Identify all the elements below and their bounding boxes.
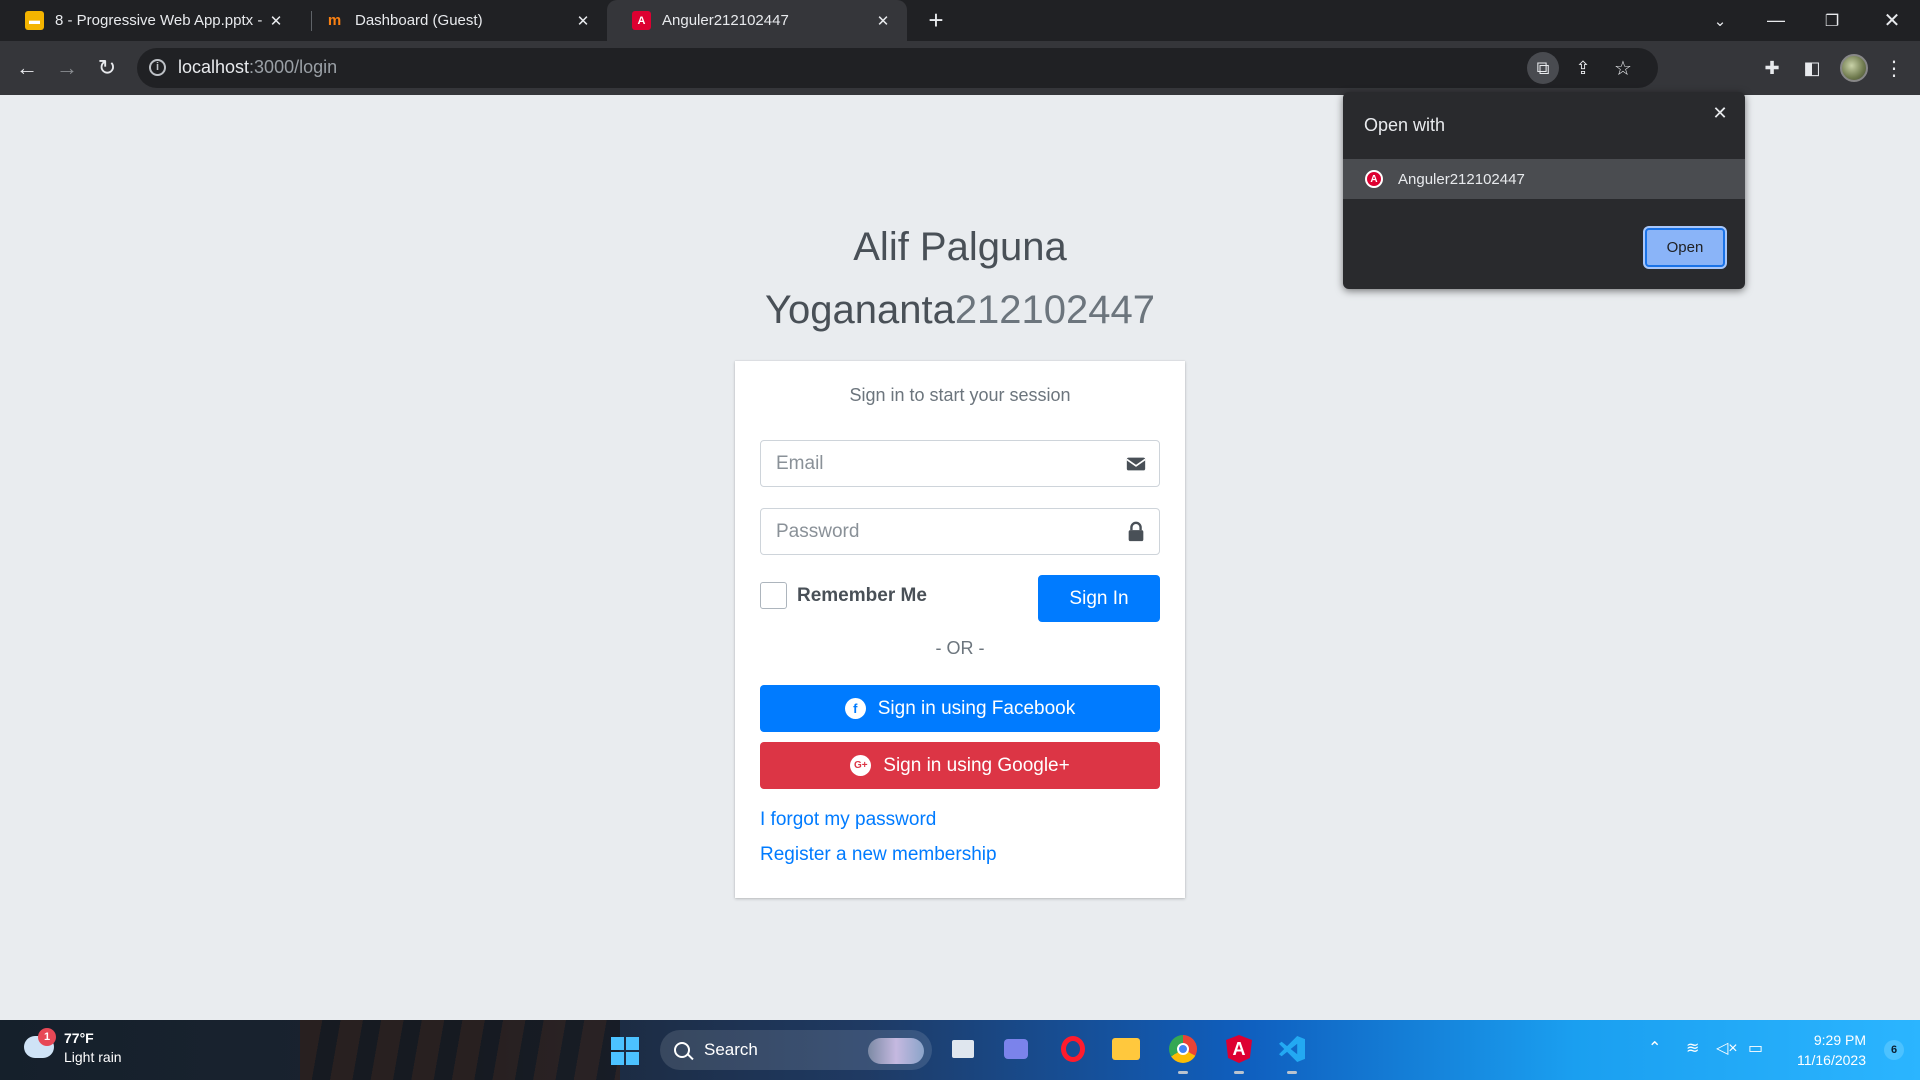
remember-checkbox[interactable] xyxy=(760,582,787,609)
search-icon xyxy=(674,1042,690,1058)
volume-muted-icon[interactable]: ◁× xyxy=(1716,1038,1738,1058)
taskbar-clock[interactable]: 9:29 PM 11/16/2023 xyxy=(1797,1030,1866,1070)
login-card: Sign in to start your session Remember M… xyxy=(735,361,1185,898)
search-highlight-icon xyxy=(868,1038,924,1064)
remember-label: Remember Me xyxy=(797,584,927,606)
vscode-icon[interactable] xyxy=(1275,1032,1309,1074)
google-plus-icon: G+ xyxy=(850,755,872,776)
forgot-password-link[interactable]: I forgot my password xyxy=(760,809,936,831)
popup-title: Open with xyxy=(1364,115,1446,135)
google-signin-label: Sign in using Google+ xyxy=(883,754,1070,776)
taskbar-search[interactable]: Search xyxy=(660,1030,932,1070)
notification-badge[interactable]: 6 xyxy=(1884,1040,1904,1060)
minimize-button[interactable]: — xyxy=(1748,0,1804,41)
battery-icon[interactable]: ▭ xyxy=(1748,1038,1763,1058)
angular-icon: A xyxy=(1365,170,1383,188)
facebook-signin-label: Sign in using Facebook xyxy=(877,697,1076,719)
sign-in-button[interactable]: Sign In xyxy=(1038,575,1160,622)
register-link[interactable]: Register a new membership xyxy=(760,844,997,866)
facebook-icon: f xyxy=(844,698,866,719)
weather-temp: 77°F xyxy=(64,1030,94,1046)
weather-condition: Light rain xyxy=(64,1049,122,1065)
site-info-icon[interactable]: i xyxy=(149,59,166,76)
browser-toolbar: ← → ↻ i localhost:3000/login ⧉ ⇪ ☆ ✚ ◧ ⋮ xyxy=(0,41,1920,95)
bookmark-star-icon[interactable]: ☆ xyxy=(1607,52,1639,84)
open-in-app-icon[interactable]: ⧉ xyxy=(1527,52,1559,84)
popup-app-name: Anguler212102447 xyxy=(1398,170,1525,188)
opera-icon[interactable] xyxy=(1056,1032,1090,1066)
tab-slides[interactable]: ▬ 8 - Progressive Web App.pptx - Google … xyxy=(0,0,300,41)
menu-icon[interactable]: ⋮ xyxy=(1878,52,1910,84)
angular-icon: A xyxy=(632,11,651,30)
task-view-icon[interactable] xyxy=(946,1032,980,1066)
side-panel-icon[interactable]: ◧ xyxy=(1796,52,1828,84)
close-icon[interactable]: ✕ xyxy=(264,12,288,30)
email-field[interactable] xyxy=(760,440,1160,487)
taskbar: 1 77°F Light rain Search A ⌃ ≋ ◁× ▭ 9:29… xyxy=(0,1020,1920,1080)
back-icon[interactable]: ← xyxy=(11,52,43,84)
address-bar[interactable]: i localhost:3000/login ⧉ ⇪ ☆ xyxy=(137,48,1658,88)
restore-button[interactable]: ❐ xyxy=(1804,0,1860,41)
popup-app-item[interactable]: A Anguler212102447 xyxy=(1343,159,1745,199)
forward-icon[interactable]: → xyxy=(51,52,83,84)
tab-title: Dashboard (Guest) xyxy=(355,12,483,29)
close-icon[interactable]: ✕ xyxy=(871,12,895,30)
show-hidden-icons[interactable]: ⌃ xyxy=(1648,1038,1661,1058)
open-button[interactable]: Open xyxy=(1645,228,1725,267)
window-close-button[interactable]: ✕ xyxy=(1864,0,1920,41)
facebook-signin-button[interactable]: f Sign in using Facebook xyxy=(760,685,1160,732)
tab-title: 8 - Progressive Web App.pptx - Google Sl… xyxy=(55,12,264,29)
chrome-icon[interactable] xyxy=(1166,1032,1200,1074)
reload-icon[interactable]: ↻ xyxy=(91,52,123,84)
close-icon[interactable]: ✕ xyxy=(1709,102,1731,124)
tab-search-icon[interactable]: ⌄ xyxy=(1692,0,1748,41)
clock-date: 11/16/2023 xyxy=(1796,1052,1866,1068)
weather-badge: 1 xyxy=(38,1028,56,1046)
taskbar-search-label: Search xyxy=(704,1040,758,1059)
open-with-popup: Open with ✕ A Anguler212102447 Open xyxy=(1343,92,1745,289)
file-explorer-icon[interactable] xyxy=(1109,1032,1143,1066)
clock-time: 9:29 PM xyxy=(1813,1032,1866,1048)
login-message: Sign in to start your session xyxy=(849,385,1071,405)
password-field[interactable] xyxy=(760,508,1160,555)
browser-tab-strip: ▬ 8 - Progressive Web App.pptx - Google … xyxy=(0,0,1920,41)
close-icon[interactable]: ✕ xyxy=(571,12,595,30)
envelope-icon xyxy=(1126,457,1146,471)
profile-avatar[interactable] xyxy=(1840,54,1868,82)
google-signin-button[interactable]: G+ Sign in using Google+ xyxy=(760,742,1160,789)
windows-start-icon[interactable] xyxy=(611,1037,639,1065)
angular-app-icon[interactable]: A xyxy=(1222,1032,1256,1074)
login-logo-line2: Yogananta212102447 xyxy=(764,288,1156,332)
email-input[interactable] xyxy=(762,442,1102,485)
teams-icon[interactable] xyxy=(999,1032,1033,1066)
tab-anguler[interactable]: A Anguler212102447 ✕ xyxy=(607,0,907,41)
remember-me[interactable]: Remember Me xyxy=(760,582,927,609)
lock-icon xyxy=(1128,521,1144,542)
tab-dashboard[interactable]: m Dashboard (Guest) ✕ xyxy=(300,0,607,41)
wallpaper-art xyxy=(300,1020,620,1080)
wifi-icon[interactable]: ≋ xyxy=(1686,1038,1699,1058)
share-icon[interactable]: ⇪ xyxy=(1567,52,1599,84)
password-input[interactable] xyxy=(762,510,1102,553)
extensions-icon[interactable]: ✚ xyxy=(1756,52,1788,84)
new-tab-button[interactable]: + xyxy=(922,6,950,34)
slides-icon: ▬ xyxy=(25,11,44,30)
or-divider: - OR - xyxy=(935,638,985,658)
tab-title: Anguler212102447 xyxy=(662,12,789,29)
moodle-icon: m xyxy=(327,12,342,29)
url-text: localhost:3000/login xyxy=(178,57,338,77)
